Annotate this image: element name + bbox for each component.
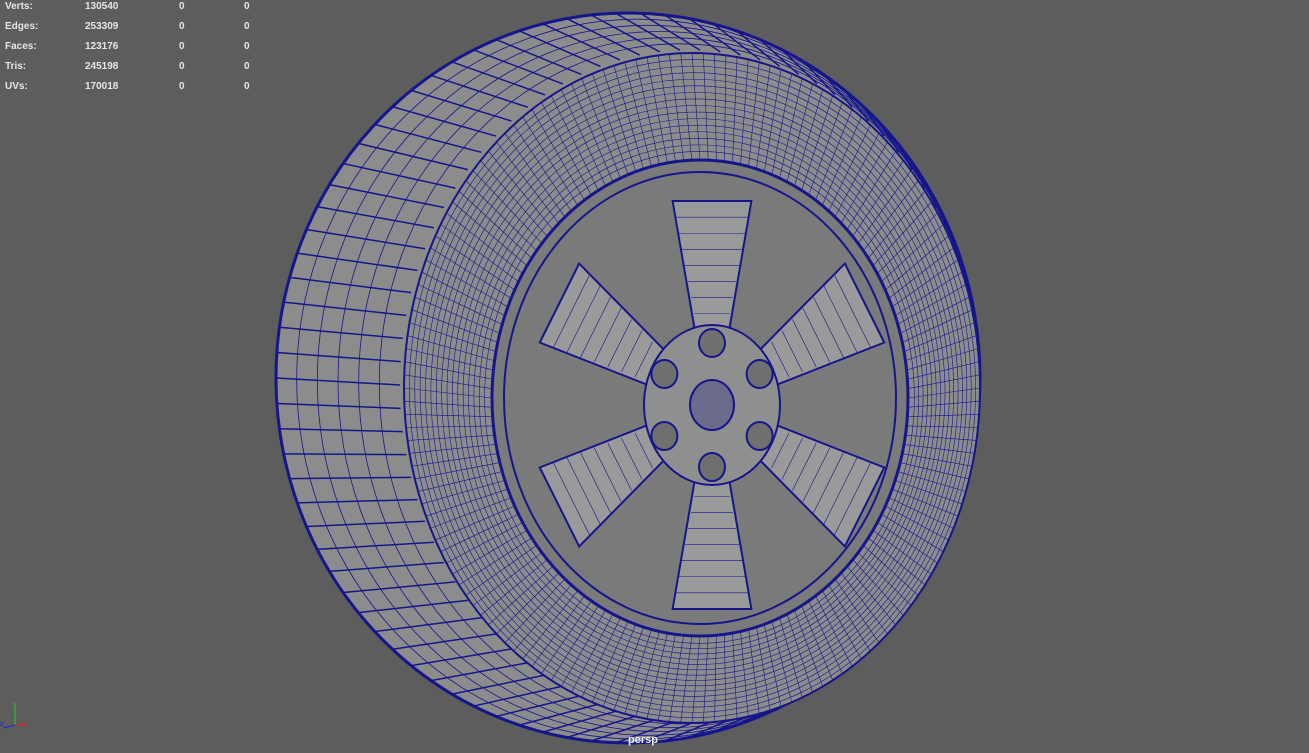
hud-value: 0 <box>179 81 185 92</box>
axis-z-label: z <box>0 721 4 728</box>
hud-value: 0 <box>179 41 185 52</box>
viewport-canvas[interactable] <box>0 0 1309 753</box>
axis-x-label: x <box>22 721 26 728</box>
hud-value: 130540 <box>85 1 119 12</box>
hud-value: 0 <box>179 61 185 72</box>
hud-value: 170018 <box>85 81 119 92</box>
hud-label: Edges: <box>5 21 39 32</box>
wheel-mesh <box>274 11 982 745</box>
hud-value: 253309 <box>85 21 119 32</box>
hud-label: Verts: <box>5 1 33 12</box>
hud-label: Tris: <box>5 61 27 72</box>
hud-value: 0 <box>244 1 250 12</box>
hud-value: 0 <box>179 21 185 32</box>
hud-label: Faces: <box>5 41 37 52</box>
lug-nut <box>698 328 726 358</box>
hud-value: 245198 <box>85 61 119 72</box>
axis-y-label: y <box>13 701 17 708</box>
hud-value: 0 <box>244 81 250 92</box>
hud-value: 0 <box>179 1 185 12</box>
lug-nut <box>745 421 774 451</box>
lug-nut <box>650 359 679 389</box>
hud-value: 123176 <box>85 41 119 52</box>
axis-gizmo-icon: y x z <box>0 701 26 729</box>
hud-value: 0 <box>244 41 250 52</box>
camera-label: persp <box>628 734 658 746</box>
lug-nut <box>698 452 726 482</box>
lug-nut <box>650 421 679 451</box>
hud-label: UVs: <box>5 81 28 92</box>
center-cap <box>689 379 735 431</box>
hud-value: 0 <box>244 21 250 32</box>
lug-nut <box>745 359 774 389</box>
hud-value: 0 <box>244 61 250 72</box>
